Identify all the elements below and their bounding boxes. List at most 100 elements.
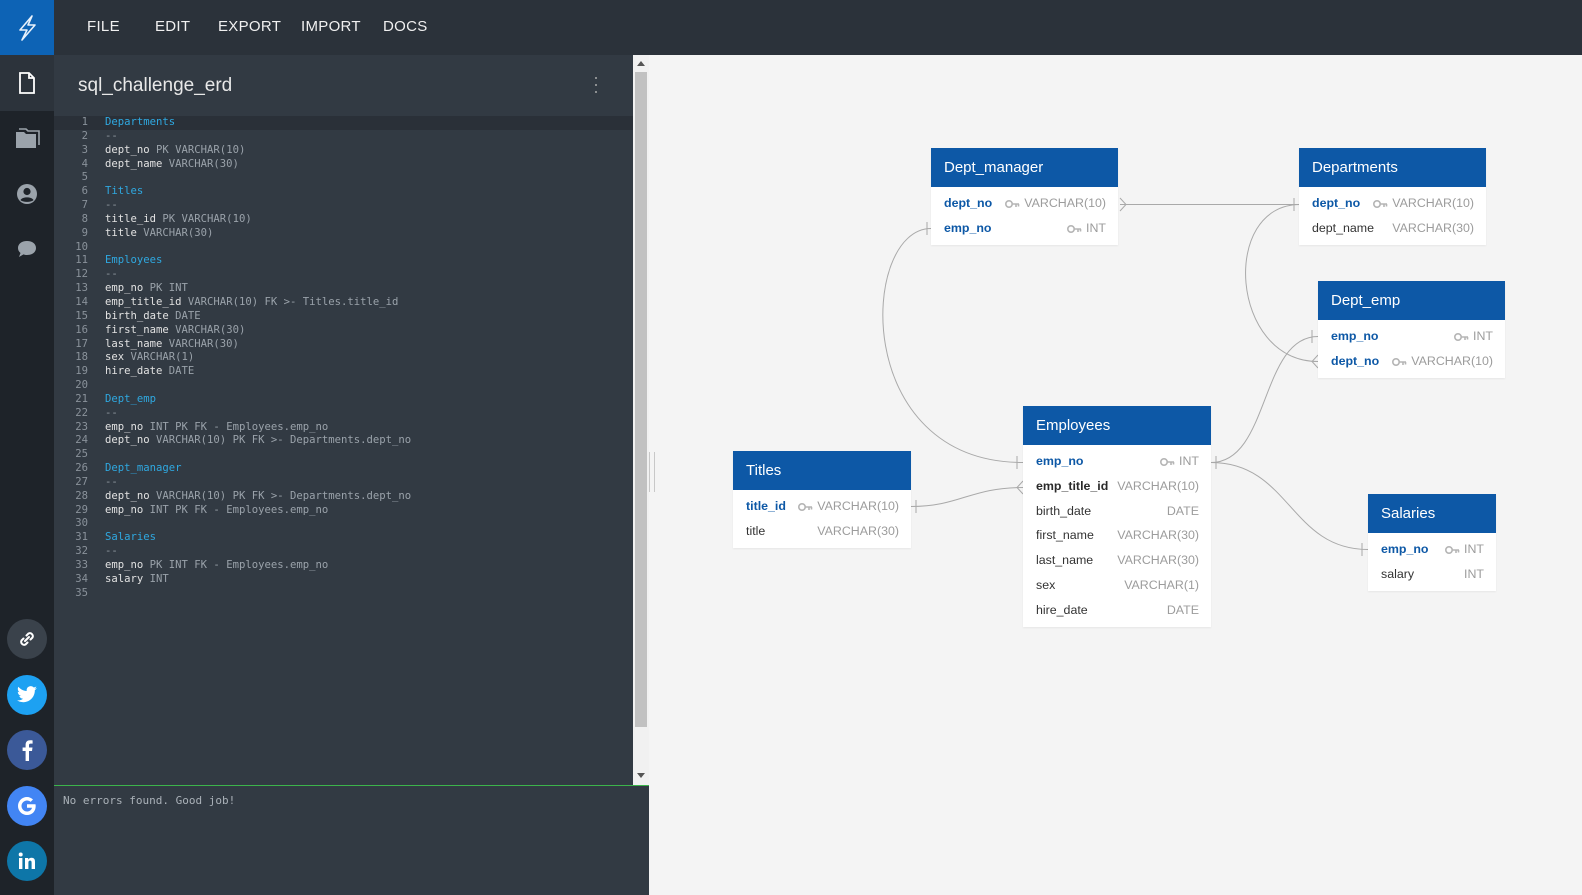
code-line[interactable]: 17 last_name VARCHAR(30) (54, 338, 633, 352)
table-column-row[interactable]: salary INT (1368, 562, 1496, 587)
line-content: Salaries (105, 531, 156, 545)
document-icon[interactable] (0, 55, 54, 111)
column-type-text: VARCHAR(10) (1411, 353, 1493, 368)
column-type-text: INT (1086, 220, 1106, 235)
chat-icon[interactable] (0, 221, 54, 277)
menu-file[interactable]: FILE (87, 18, 120, 35)
code-token: INT PK FK - Employees.emp_no (149, 503, 329, 516)
table-column-row[interactable]: dept_no VARCHAR(10) (1318, 349, 1505, 374)
table-column-row[interactable]: hire_date DATE (1023, 598, 1211, 623)
table-employees[interactable]: Employees emp_no INT emp_title_id VARCHAR(10… (1023, 406, 1211, 627)
column-type: VARCHAR(30) (1392, 216, 1474, 241)
code-line[interactable]: 27 -- (54, 476, 633, 490)
code-line[interactable]: 3 dept_no PK VARCHAR(10) (54, 144, 633, 158)
code-token: Employees (105, 254, 163, 267)
table-column-row[interactable]: emp_no INT (1318, 324, 1505, 349)
code-line[interactable]: 20 (54, 379, 633, 393)
scroll-down-arrow-icon[interactable] (637, 773, 645, 778)
table-column-row[interactable]: emp_no INT (1368, 537, 1496, 562)
code-line[interactable]: 32 -- (54, 545, 633, 559)
code-line[interactable]: 15 birth_date DATE (54, 310, 633, 324)
line-content: Dept_manager (105, 462, 182, 476)
table-dept_manager[interactable]: Dept_manager dept_no VARCHAR(10) emp_no INT (931, 148, 1118, 245)
code-line[interactable]: 2 -- (54, 130, 633, 144)
code-line[interactable]: 31 Salaries (54, 531, 633, 545)
table-salaries[interactable]: Salaries emp_no INT salary INT (1368, 494, 1496, 591)
table-header[interactable]: Employees (1023, 406, 1211, 445)
code-line[interactable]: 16 first_name VARCHAR(30) (54, 324, 633, 338)
table-column-row[interactable]: title_id VARCHAR(10) (733, 494, 911, 519)
menu-edit[interactable]: EDIT (155, 18, 190, 35)
table-column-row[interactable]: dept_no VARCHAR(10) (931, 191, 1118, 216)
code-line[interactable]: 12 -- (54, 268, 633, 282)
table-column-row[interactable]: first_name VARCHAR(30) (1023, 523, 1211, 548)
line-number: 16 (75, 323, 88, 336)
table-column-row[interactable]: sex VARCHAR(1) (1023, 573, 1211, 598)
table-dept_emp[interactable]: Dept_emp emp_no INT dept_no VARCHAR(10) (1318, 281, 1505, 378)
twitter-icon[interactable] (7, 675, 47, 715)
code-line[interactable]: 23 emp_no INT PK FK - Employees.emp_no (54, 421, 633, 435)
line-number: 25 (75, 448, 88, 461)
account-icon[interactable] (0, 166, 54, 222)
document-title[interactable]: sql_challenge_erd (78, 75, 232, 97)
code-line[interactable]: 29 emp_no INT PK FK - Employees.emp_no (54, 504, 633, 518)
code-line[interactable]: 8 title_id PK VARCHAR(10) (54, 213, 633, 227)
table-column-row[interactable]: title VARCHAR(30) (733, 519, 911, 544)
table-column-row[interactable]: emp_no INT (1023, 449, 1211, 474)
table-header[interactable]: Dept_manager (931, 148, 1118, 187)
table-column-row[interactable]: birth_date DATE (1023, 499, 1211, 524)
table-column-row[interactable]: emp_no INT (931, 216, 1118, 241)
code-line[interactable]: 34 salary INT (54, 573, 633, 587)
google-icon[interactable] (7, 786, 47, 826)
code-line[interactable]: 35 (54, 587, 633, 601)
table-titles[interactable]: Titles title_id VARCHAR(10) title VARCHAR(30… (733, 451, 911, 548)
line-content: sex VARCHAR(1) (105, 351, 194, 365)
column-name: emp_no (1036, 454, 1084, 468)
code-line[interactable]: 22 -- (54, 407, 633, 421)
more-options-icon[interactable] (590, 77, 602, 93)
code-line[interactable]: 11 Employees (54, 254, 633, 268)
code-line[interactable]: 26 Dept_manager (54, 462, 633, 476)
column-name: dept_no (1331, 353, 1380, 368)
table-header[interactable]: Salaries (1368, 494, 1496, 533)
link-icon[interactable] (7, 619, 47, 659)
code-line[interactable]: 5 (54, 171, 633, 185)
table-header[interactable]: Departments (1299, 148, 1486, 187)
code-line[interactable]: 33 emp_no PK INT FK - Employees.emp_no (54, 559, 633, 573)
facebook-icon[interactable] (7, 730, 47, 770)
code-line[interactable]: 6 Titles (54, 185, 633, 199)
table-departments[interactable]: Departments dept_no VARCHAR(10) dept_name VA… (1299, 148, 1486, 245)
linkedin-icon[interactable] (7, 841, 47, 881)
code-line[interactable]: 9 title VARCHAR(30) (54, 227, 633, 241)
table-column-row[interactable]: emp_title_id VARCHAR(10) (1023, 474, 1211, 499)
folder-icon[interactable] (0, 111, 54, 167)
table-column-row[interactable]: dept_name VARCHAR(30) (1299, 216, 1486, 241)
code-line[interactable]: 28 dept_no VARCHAR(10) PK FK >- Departmen… (54, 490, 633, 504)
table-header[interactable]: Dept_emp (1318, 281, 1505, 320)
scroll-up-arrow-icon[interactable] (637, 61, 645, 66)
code-line[interactable]: 19 hire_date DATE (54, 365, 633, 379)
code-line[interactable]: 30 (54, 517, 633, 531)
code-line[interactable]: 4 dept_name VARCHAR(30) (54, 158, 633, 172)
code-line[interactable]: 25 (54, 448, 633, 462)
scrollbar-thumb[interactable] (635, 72, 647, 727)
code-line[interactable]: 10 (54, 241, 633, 255)
table-column-row[interactable]: dept_no VARCHAR(10) (1299, 191, 1486, 216)
logo-icon[interactable] (0, 0, 54, 55)
code-line[interactable]: 21 Dept_emp (54, 393, 633, 407)
code-line[interactable]: 24 dept_no VARCHAR(10) PK FK >- Departmen… (54, 434, 633, 448)
line-content: Employees (105, 254, 162, 268)
code-line[interactable]: 18 sex VARCHAR(1) (54, 351, 633, 365)
menu-import[interactable]: IMPORT (301, 18, 361, 35)
menu-docs[interactable]: DOCS (383, 18, 428, 35)
panel-splitter[interactable] (649, 452, 655, 492)
code-line[interactable]: 14 emp_title_id VARCHAR(10) FK >- Titles.… (54, 296, 633, 310)
code-editor[interactable]: 1 Departments 2 -- 3 dept_no PK VARCHAR(10) 4 d… (54, 116, 633, 601)
code-line[interactable]: 7 -- (54, 199, 633, 213)
menu-export[interactable]: EXPORT (218, 18, 281, 35)
editor-scrollbar[interactable] (633, 55, 649, 785)
table-header[interactable]: Titles (733, 451, 911, 490)
table-column-row[interactable]: last_name VARCHAR(30) (1023, 548, 1211, 573)
code-line[interactable]: 1 Departments (54, 116, 633, 130)
code-line[interactable]: 13 emp_no PK INT (54, 282, 633, 296)
